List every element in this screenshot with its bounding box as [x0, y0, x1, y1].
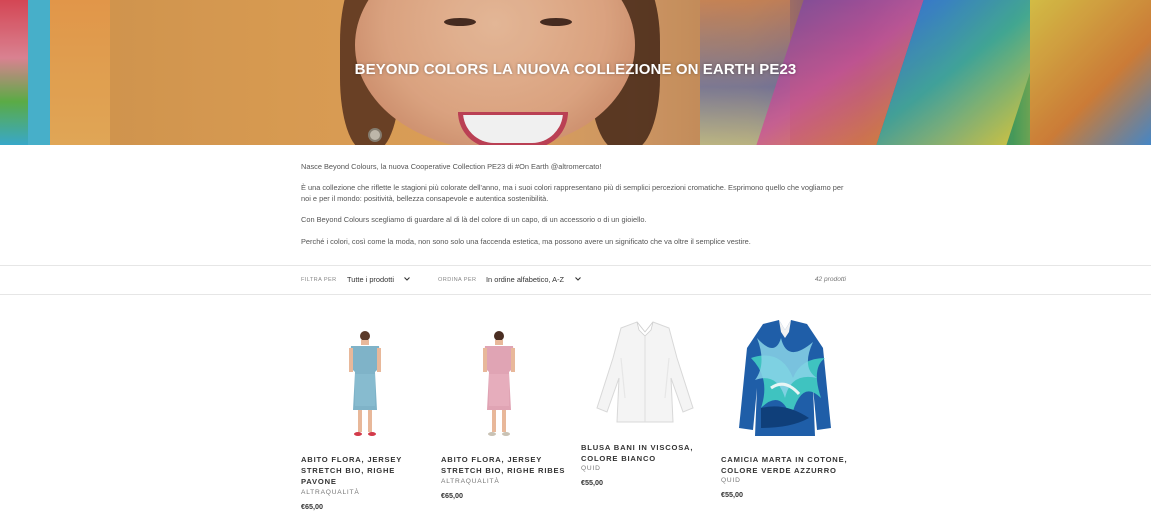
product-image[interactable]	[721, 318, 849, 446]
product-price: €65,00	[441, 491, 463, 500]
product-image[interactable]	[581, 318, 709, 446]
product-title[interactable]: ABITO FLORA, JERSEY STRETCH BIO, RIGHE P…	[301, 454, 429, 488]
product-title[interactable]: CAMICIA MARTA IN COTONE, COLORE VERDE AZ…	[721, 454, 849, 476]
sort-label: ORDINA PER	[438, 277, 477, 283]
filter-select[interactable]: Tutte i prodotti	[347, 275, 394, 284]
product-vendor: QUID	[721, 477, 741, 484]
sort-select[interactable]: In ordine alfabetico, A-Z	[486, 275, 564, 284]
collection-description: Nasce Beyond Colours, la nuova Cooperati…	[301, 162, 853, 258]
chevron-down-icon[interactable]	[574, 275, 582, 283]
description-paragraph: Con Beyond Colours scegliamo di guardare…	[301, 215, 647, 225]
collection-toolbar: FILTRA PER Tutte i prodotti ORDINA PER I…	[0, 266, 1151, 294]
product-vendor: ALTRAQUALITÀ	[301, 489, 360, 496]
product-price: €65,00	[301, 502, 323, 511]
description-paragraph: È una collezione che riflette le stagion…	[301, 183, 844, 204]
product-vendor: ALTRAQUALITÀ	[441, 478, 500, 485]
toolbar-divider	[0, 294, 1151, 295]
filter-label: FILTRA PER	[301, 277, 337, 283]
product-price: €55,00	[721, 490, 743, 499]
product-title[interactable]: ABITO FLORA, JERSEY STRETCH BIO, RIGHE R…	[441, 454, 569, 476]
chevron-down-icon[interactable]	[403, 275, 411, 283]
product-price: €55,00	[581, 478, 603, 487]
description-paragraph: Perché i colori, così come la moda, non …	[301, 236, 751, 246]
product-image[interactable]	[441, 318, 569, 446]
product-image[interactable]	[301, 318, 429, 446]
product-vendor: QUID	[581, 465, 601, 472]
product-title[interactable]: BLUSA BANI IN VISCOSA, COLORE BIANCO	[581, 442, 709, 464]
hero-banner: BEYOND COLORS LA NUOVA COLLEZIONE ON EAR…	[0, 0, 1151, 145]
product-count: 42 prodotti	[814, 276, 846, 283]
description-paragraph: Nasce Beyond Colours, la nuova Cooperati…	[301, 162, 602, 171]
collection-title: BEYOND COLORS LA NUOVA COLLEZIONE ON EAR…	[354, 61, 797, 78]
